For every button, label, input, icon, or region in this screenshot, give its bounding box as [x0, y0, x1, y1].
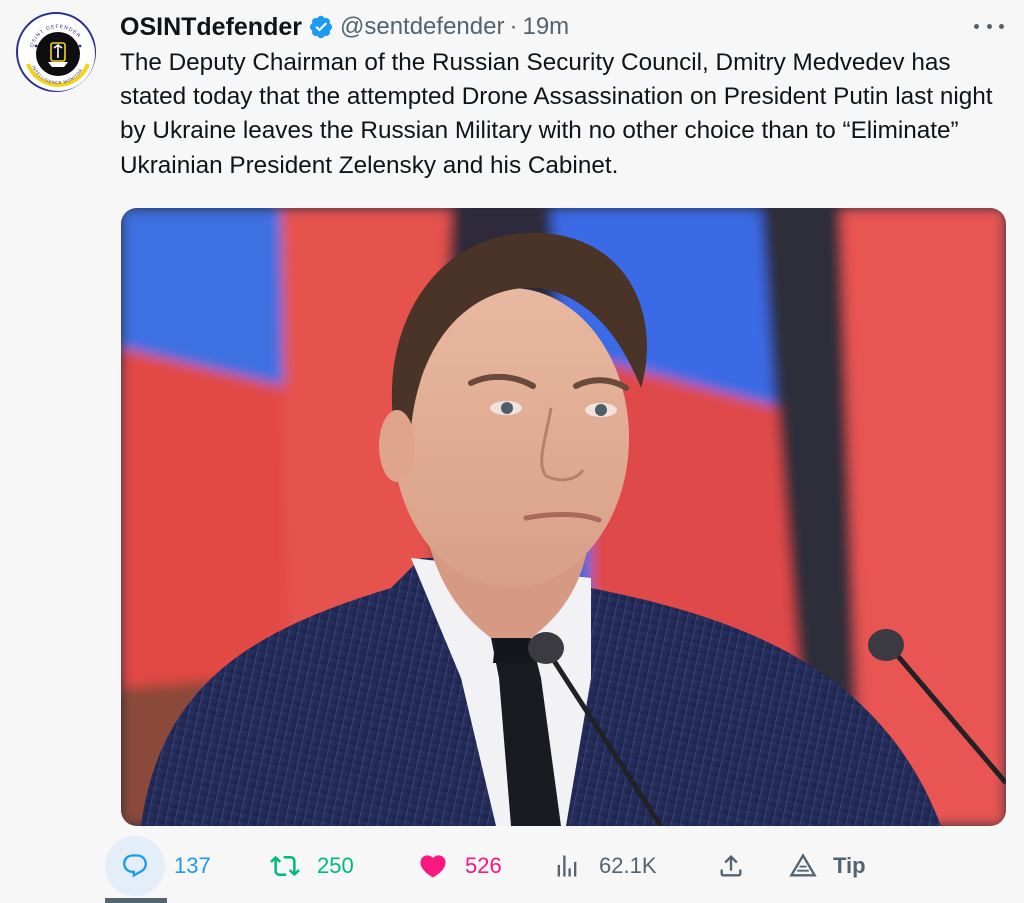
views-button[interactable]: 62.1K: [537, 836, 657, 896]
timestamp[interactable]: 19m: [522, 13, 569, 41]
tweet-text: The Deputy Chairman of the Russian Secur…: [120, 49, 993, 179]
reply-icon: [105, 836, 165, 896]
views-count: 62.1K: [599, 853, 657, 878]
heart-icon: [403, 836, 463, 896]
handle[interactable]: @sentdefender: [340, 13, 504, 41]
reply-count: 137: [174, 853, 211, 878]
analytics-icon: [537, 836, 597, 896]
verified-badge-icon[interactable]: [308, 14, 334, 40]
reply-button[interactable]: 137: [105, 836, 211, 896]
avatar[interactable]: OSINT DEFENDER INTELLIGENCE MONITOR: [16, 12, 96, 92]
tweet-actions: 137 250 526 62.1K Tip: [105, 836, 1005, 896]
tip-label: Tip: [833, 853, 866, 878]
retweet-button[interactable]: 250: [255, 836, 354, 896]
like-button[interactable]: 526: [403, 836, 502, 896]
like-count: 526: [465, 853, 502, 878]
scroll-indicator: [105, 898, 167, 903]
share-button[interactable]: [701, 836, 761, 896]
retweet-icon: [255, 836, 315, 896]
tweet-photo[interactable]: [121, 208, 1006, 826]
separator-dot: ·: [509, 13, 518, 40]
retweet-count: 250: [317, 853, 354, 878]
share-icon: [701, 836, 761, 896]
display-name[interactable]: OSINTdefender: [120, 13, 302, 42]
tweet-header: OSINTdefender @sentdefender · 19m: [120, 10, 569, 44]
tip-icon: [773, 836, 833, 896]
tip-button[interactable]: Tip: [773, 836, 866, 896]
avatar-logo: OSINT DEFENDER INTELLIGENCE MONITOR: [21, 17, 95, 91]
photo-illustration: [121, 208, 1006, 826]
more-icon[interactable]: [974, 14, 1004, 38]
tweet[interactable]: OSINT DEFENDER INTELLIGENCE MONITOR OSIN…: [0, 0, 1024, 903]
